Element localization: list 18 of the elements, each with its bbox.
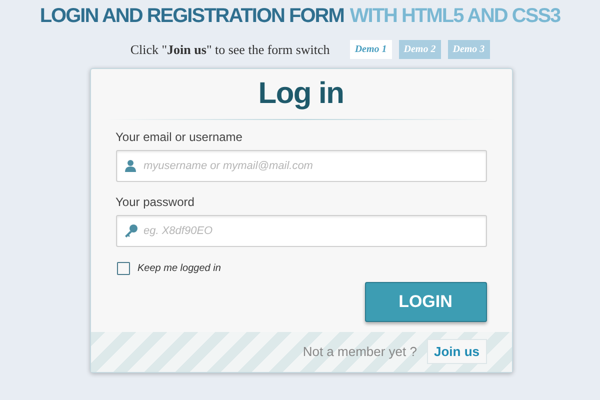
demo-tab[interactable]: Demo 2: [398, 40, 441, 60]
demo-tab[interactable]: Demo 3: [448, 40, 490, 60]
user-icon: [124, 158, 136, 172]
key-icon: [124, 224, 138, 238]
intro-text: Click "Join us" to see the form switch: [130, 41, 330, 59]
demo-tab[interactable]: Demo 1: [350, 40, 392, 60]
footer-text: Not a member yet ?: [302, 342, 417, 361]
field-label: Your email or username: [116, 128, 244, 146]
join-link[interactable]: Join us: [426, 338, 486, 364]
checkbox[interactable]: [116, 262, 130, 274]
form-title: Log in: [258, 78, 344, 108]
username-field[interactable]: myusername or mymail@mail.com: [116, 150, 486, 182]
field-label: Your password: [116, 194, 196, 210]
password-field[interactable]: eg. X8df90EO: [116, 214, 486, 246]
page-title: LOGIN AND REGISTRATION FORM: [40, 6, 344, 26]
page-subtitle: WITH HTML5 AND CSS3: [350, 6, 560, 26]
login-button[interactable]: LOGIN: [364, 282, 486, 322]
checkbox-label: Keep me logged in: [138, 262, 221, 276]
